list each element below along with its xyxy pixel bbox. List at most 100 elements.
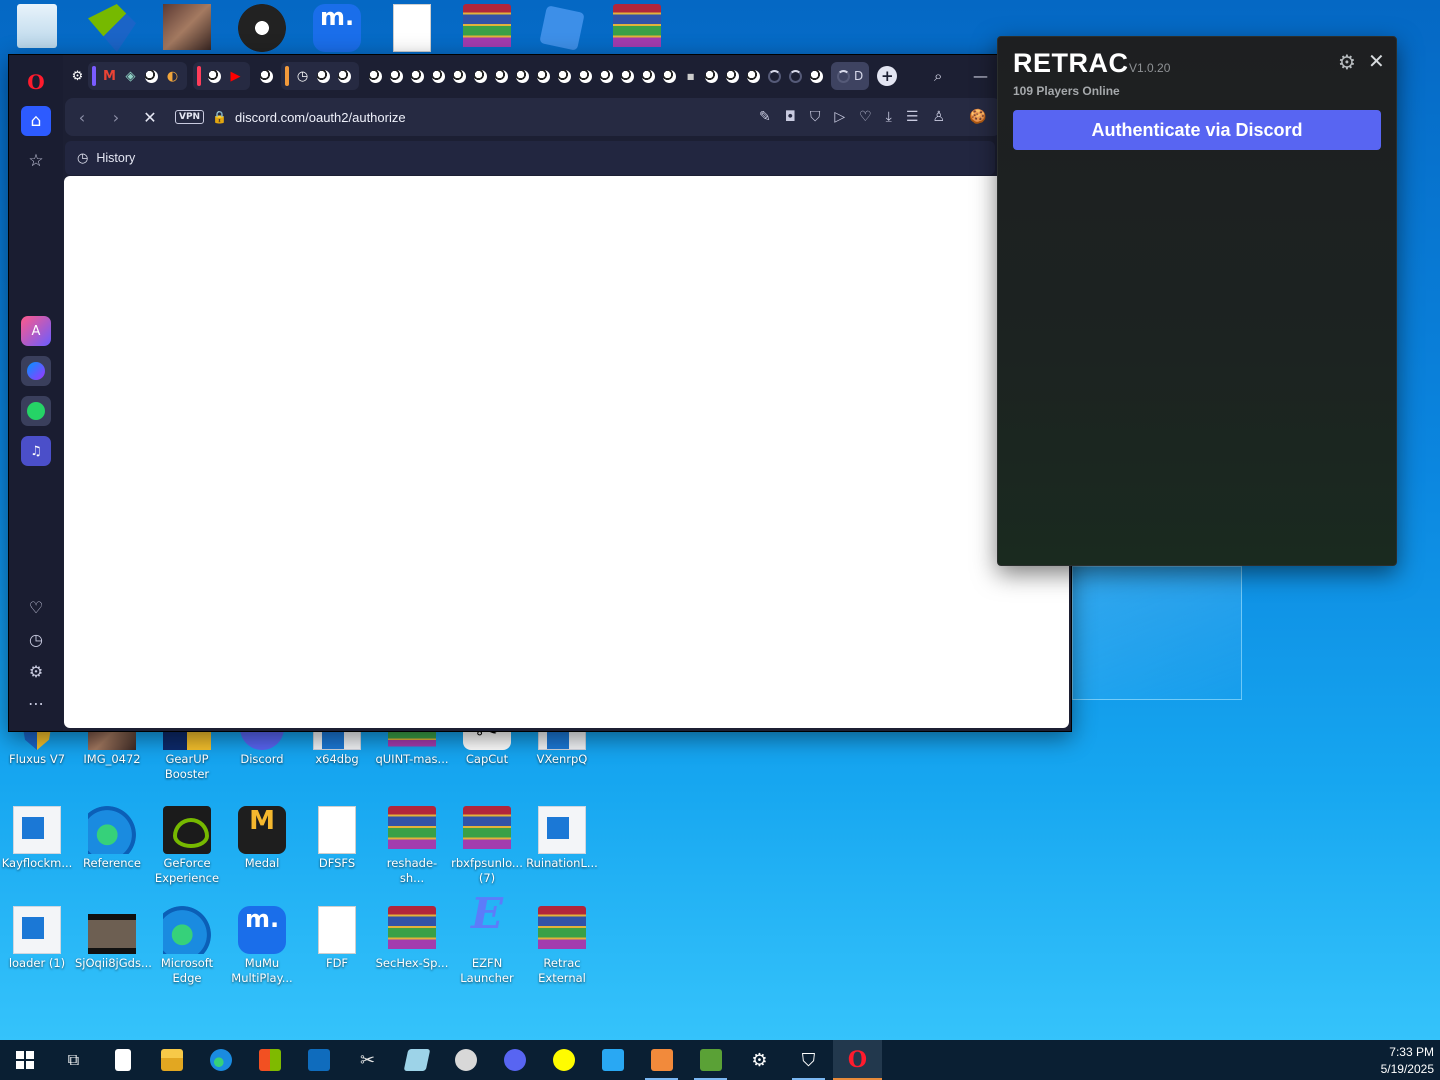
desktop-icon-retrac-external[interactable]: Retrac External xyxy=(525,906,599,986)
download-icon[interactable]: ⤓ xyxy=(886,109,892,125)
app-orange-icon[interactable] xyxy=(637,1040,686,1080)
stop-loading-icon[interactable]: ✕ xyxy=(133,108,167,127)
easy-setup-icon[interactable]: ☰ xyxy=(906,109,919,125)
desktop-icon-rar-top-2[interactable] xyxy=(600,4,674,54)
notes-app-icon[interactable] xyxy=(392,1040,441,1080)
tab-favicon-icon[interactable] xyxy=(596,66,617,87)
tab-favicon-icon[interactable] xyxy=(806,66,827,87)
tab-favicon-icon[interactable] xyxy=(256,66,277,87)
tab-group-purple[interactable]: M ◈ ◐ xyxy=(88,62,187,90)
settings-gear-icon[interactable]: ⚙ xyxy=(1338,50,1356,74)
tab-favicon-icon[interactable] xyxy=(575,66,596,87)
tab-favicon-icon[interactable] xyxy=(491,66,512,87)
messenger-icon[interactable] xyxy=(21,356,51,386)
minimize-button[interactable]: — xyxy=(973,67,988,85)
tab-favicon-icon[interactable] xyxy=(204,66,225,87)
discord-taskbar-icon[interactable] xyxy=(490,1040,539,1080)
file-explorer-icon[interactable] xyxy=(147,1040,196,1080)
media-app-icon[interactable] xyxy=(441,1040,490,1080)
aria-ai-icon[interactable]: A xyxy=(21,316,51,346)
desktop-icon-reshade[interactable]: reshade-sh... xyxy=(375,806,449,886)
tab-favicon-icon[interactable] xyxy=(638,66,659,87)
desktop-icon-doc-top[interactable] xyxy=(375,4,449,54)
desktop-icon-kayflock[interactable]: Kayflockm... xyxy=(0,806,74,871)
tab-favicon-icon[interactable] xyxy=(470,66,491,87)
desktop-icon-obs[interactable] xyxy=(225,4,299,54)
tab-favicon-icon[interactable] xyxy=(449,66,470,87)
more-options-icon[interactable]: ⋯ xyxy=(21,694,51,713)
tab-favicon-icon[interactable] xyxy=(533,66,554,87)
desktop-icon-mumu-top[interactable] xyxy=(300,4,374,54)
desktop-icon-loader[interactable]: loader (1) xyxy=(0,906,74,971)
tab-favicon-icon[interactable]: ◈ xyxy=(120,66,141,87)
task-view-icon[interactable]: ⧉ xyxy=(49,1040,98,1080)
close-icon[interactable]: ✕ xyxy=(1368,49,1385,73)
snipping-tool-icon[interactable]: ✂ xyxy=(343,1040,392,1080)
url-input[interactable]: discord.com/oauth2/authorize xyxy=(235,110,406,125)
bookmark-history[interactable]: History xyxy=(96,151,135,165)
back-arrow-icon[interactable]: ‹ xyxy=(65,108,99,127)
play-icon[interactable]: ▷ xyxy=(834,109,845,125)
vpn-badge[interactable]: VPN xyxy=(175,110,205,124)
minecraft-icon[interactable] xyxy=(686,1040,735,1080)
adblock-shield-icon[interactable]: ⛉ xyxy=(810,109,821,125)
tab-favicon-icon[interactable] xyxy=(334,66,355,87)
desktop-icon-sechex[interactable]: SecHex-Sp... xyxy=(375,906,449,971)
loading-tab-icon[interactable] xyxy=(785,66,806,87)
profile-icon[interactable]: ♙ xyxy=(932,109,945,125)
desktop-icon-reference[interactable]: Reference xyxy=(75,806,149,871)
desktop-icon-medal[interactable]: Medal xyxy=(225,806,299,871)
tab-favicon-icon[interactable] xyxy=(313,66,334,87)
tab-favicon-icon[interactable]: ◷ xyxy=(292,66,313,87)
desktop-icon-geforce[interactable]: GeForce Experience xyxy=(150,806,224,886)
cookie-icon[interactable]: 🍪 xyxy=(955,98,1001,136)
search-tabs-icon[interactable]: ⌕ xyxy=(934,67,942,85)
page-content-area[interactable] xyxy=(64,176,1069,728)
heart-icon[interactable]: ♡ xyxy=(859,109,872,125)
speed-dial-star-icon[interactable]: ☆ xyxy=(21,146,51,176)
edit-icon[interactable]: ✎ xyxy=(759,109,771,125)
forward-arrow-icon[interactable]: › xyxy=(99,108,133,127)
desktop-icon-rar-top[interactable] xyxy=(450,4,524,54)
history-clock-icon[interactable]: ◷ xyxy=(21,630,51,649)
tab-favicon-icon[interactable] xyxy=(659,66,680,87)
gmail-icon[interactable]: M xyxy=(99,66,120,87)
fortnite-launcher-icon[interactable] xyxy=(588,1040,637,1080)
whatsapp-icon[interactable] xyxy=(21,396,51,426)
settings-tab-icon[interactable]: ⚙ xyxy=(67,66,88,87)
notepad-icon[interactable] xyxy=(98,1040,147,1080)
desktop-icon-video[interactable]: SjOqii8jGds... xyxy=(75,906,152,971)
tab-favicon-icon[interactable] xyxy=(365,66,386,87)
tab-group-orange[interactable]: ◷ xyxy=(281,62,359,90)
authenticate-discord-button[interactable]: Authenticate via Discord xyxy=(1013,110,1381,150)
desktop-icon-ruination[interactable]: RuinationL... xyxy=(525,806,599,871)
tab-favicon-icon[interactable] xyxy=(722,66,743,87)
camera-icon[interactable]: ◘ xyxy=(785,109,796,125)
desktop-icon-mumu[interactable]: MuMu MultiPlay... xyxy=(225,906,299,986)
tab-favicon-icon[interactable] xyxy=(407,66,428,87)
pinboards-heart-icon[interactable]: ♡ xyxy=(21,598,51,617)
tab-favicon-icon[interactable]: ◐ xyxy=(162,66,183,87)
desktop-icon-photo-top[interactable] xyxy=(150,4,224,52)
opera-menu-icon[interactable]: O xyxy=(21,67,51,97)
settings-gear-icon[interactable]: ⚙ xyxy=(21,662,51,681)
tab-favicon-icon[interactable] xyxy=(512,66,533,87)
loading-tab-icon[interactable] xyxy=(764,66,785,87)
desktop-icon-dfsfs[interactable]: DFSFS xyxy=(300,806,374,871)
desktop-icon-recycle-bin[interactable] xyxy=(0,4,74,50)
desktop-icon-rbxfpsunlocker[interactable]: rbxfpsunlo... (7) xyxy=(450,806,524,886)
desktop-icon-roblox-top[interactable] xyxy=(525,4,599,54)
active-tab[interactable]: D xyxy=(831,62,870,90)
outlook-icon[interactable] xyxy=(294,1040,343,1080)
new-tab-plus-icon[interactable]: + xyxy=(877,66,898,86)
lock-icon[interactable]: 🔒 xyxy=(212,110,227,124)
desktop-icon-edge[interactable]: Microsoft Edge xyxy=(150,906,224,986)
snapchat-icon[interactable] xyxy=(539,1040,588,1080)
microsoft-store-icon[interactable] xyxy=(245,1040,294,1080)
tab-favicon-icon[interactable] xyxy=(743,66,764,87)
tab-group-red[interactable]: ▶ xyxy=(193,62,250,90)
music-player-icon[interactable]: ♫ xyxy=(21,436,51,466)
settings-taskbar-icon[interactable]: ⚙ xyxy=(735,1040,784,1080)
tab-favicon-icon[interactable] xyxy=(141,66,162,87)
edge-taskbar-icon[interactable] xyxy=(196,1040,245,1080)
